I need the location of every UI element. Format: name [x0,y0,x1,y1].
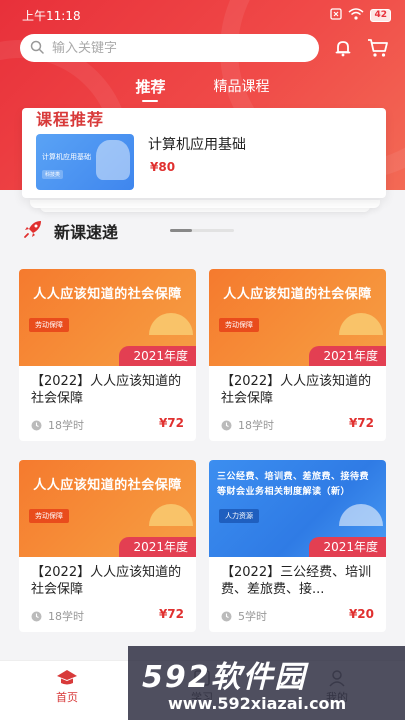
recommend-course-name: 计算机应用基础 [148,137,246,153]
course-hours-text: 18学时 [48,610,84,623]
course-price: ¥20 [348,607,374,621]
year-badge: 2021年度 [119,537,196,557]
cart-icon[interactable] [367,36,390,60]
people-graphic [339,504,383,526]
recommend-card[interactable]: 课程推荐 计算机应用基础 科技类 计算机应用基础 ¥80 [22,108,386,198]
section-header-new-courses: 新课速递 [22,218,118,244]
course-thumbnail: 人人应该知道的社会保障 劳动保障 2021年度 [209,269,386,366]
course-price: ¥72 [158,607,184,621]
watermark-brand: 592软件园 [142,660,307,695]
course-thumbnail: 人人应该知道的社会保障 劳动保障 2021年度 [19,460,196,557]
watermark: 592软件园 www.592xiazai.com [128,646,405,720]
course-title: 【2022】人人应该知道的社会保障 [31,565,182,597]
status-bar: 上午11:18 42 [0,0,405,30]
thumbnail-headline: 三公经费、培训费、差旅费、接待费等财会业务相关制度解读（新） [217,472,370,497]
carousel-indicator [170,229,234,232]
battery-icon: 42 [370,8,391,22]
thumbnail-graphic [96,140,130,180]
top-tabs: 推荐 精品课程 [0,76,405,104]
clock-icon [31,611,42,621]
search-box[interactable] [20,34,320,62]
watermark-url: www.592xiazai.com [168,694,347,713]
course-hours: 5学时 [221,608,267,624]
home-icon [27,667,107,689]
thumbnail-tag: 劳动保障 [29,509,69,523]
thumbnail-tag: 科技类 [42,170,64,179]
nav-item-home[interactable]: 首页 [27,667,107,705]
course-hours: 18学时 [221,417,274,433]
course-hours-text: 18学时 [238,419,274,432]
search-icon [30,39,44,58]
nav-label: 首页 [56,691,78,704]
thumbnail-headline: 人人应该知道的社会保障 [223,287,372,302]
thumbnail-headline: 人人应该知道的社会保障 [33,478,182,493]
course-title: 【2022】人人应该知道的社会保障 [31,374,182,406]
recommend-thumbnail: 计算机应用基础 科技类 [36,134,134,190]
clock-icon [221,611,232,621]
recommend-title: 课程推荐 [36,110,105,129]
course-title: 【2022】人人应该知道的社会保障 [221,374,372,406]
carousel-indicator-thumb [170,229,192,232]
clock-icon [31,420,42,430]
course-card[interactable]: 三公经费、培训费、差旅费、接待费等财会业务相关制度解读（新） 人力资源 2021… [209,460,386,632]
course-card[interactable]: 人人应该知道的社会保障 劳动保障 2021年度 【2022】人人应该知道的社会保… [19,269,196,441]
tab-featured-courses[interactable]: 精品课程 [214,76,270,100]
search-input[interactable] [52,40,292,56]
course-hours: 18学时 [31,417,84,433]
tab-recommend[interactable]: 推荐 [135,76,165,100]
rocket-icon [22,218,44,244]
umbrella-graphic [149,504,193,526]
course-thumbnail: 三公经费、培训费、差旅费、接待费等财会业务相关制度解读（新） 人力资源 2021… [209,460,386,557]
wifi-icon [348,7,364,23]
course-hours-text: 5学时 [238,610,267,623]
bell-icon[interactable] [331,36,354,60]
card-stack-layer [30,200,380,208]
recommend-course-price: ¥80 [150,160,176,174]
course-price: ¥72 [158,416,184,430]
course-hours: 18学时 [31,608,84,624]
section-title: 新课速递 [54,223,119,242]
clock-icon [221,420,232,430]
course-title: 【2022】三公经费、培训费、差旅费、接... [221,565,372,597]
search-row [20,34,390,62]
thumbnail-title: 计算机应用基础 [42,153,91,161]
course-hours-text: 18学时 [48,419,84,432]
year-badge: 2021年度 [309,346,386,366]
course-thumbnail: 人人应该知道的社会保障 劳动保障 2021年度 [19,269,196,366]
status-time: 上午11:18 [22,8,81,23]
year-badge: 2021年度 [309,537,386,557]
course-card[interactable]: 人人应该知道的社会保障 劳动保障 2021年度 【2022】人人应该知道的社会保… [209,269,386,441]
thumbnail-tag: 人力资源 [219,509,259,523]
course-price: ¥72 [348,416,374,430]
thumbnail-tag: 劳动保障 [29,318,69,332]
umbrella-graphic [149,313,193,335]
umbrella-graphic [339,313,383,335]
thumbnail-headline: 人人应该知道的社会保障 [33,287,182,302]
close-icon [330,7,343,23]
thumbnail-tag: 劳动保障 [219,318,259,332]
year-badge: 2021年度 [119,346,196,366]
course-card[interactable]: 人人应该知道的社会保障 劳动保障 2021年度 【2022】人人应该知道的社会保… [19,460,196,632]
